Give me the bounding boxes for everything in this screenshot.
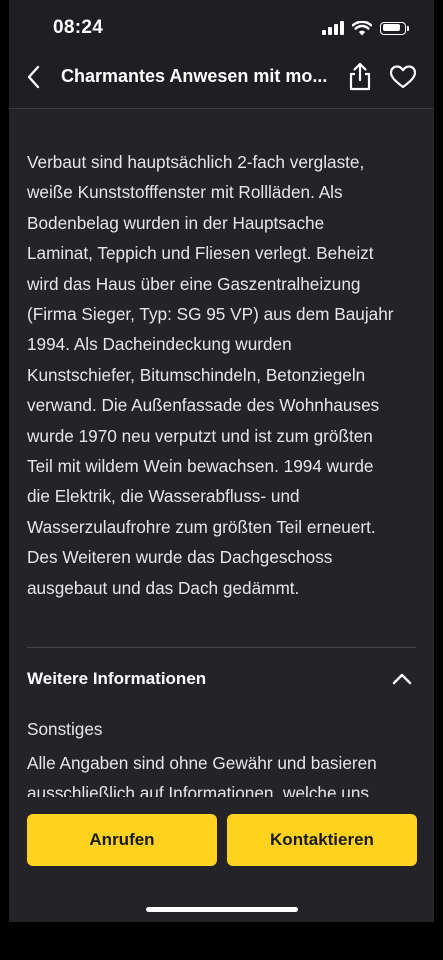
property-description: Verbaut sind hauptsächlich 2-fach vergla… — [27, 152, 394, 598]
status-bar: 08:24 — [9, 0, 434, 52]
phone-screen: 08:24 Charmantes Anwesen mit mo... Verba… — [9, 0, 434, 922]
heart-icon[interactable] — [389, 64, 417, 90]
contact-button[interactable]: Kontaktieren — [227, 814, 417, 866]
chevron-up-icon[interactable] — [391, 671, 413, 687]
home-indicator[interactable] — [146, 907, 298, 912]
page-title: Charmantes Anwesen mit mo... — [61, 66, 328, 86]
section-header-weitere-informationen[interactable]: Weitere Informationen — [9, 661, 434, 701]
wifi-icon — [352, 20, 372, 35]
info-label-sonstiges: Sonstiges — [27, 719, 103, 739]
content-scroll-area[interactable]: Verbaut sind hauptsächlich 2-fach vergla… — [9, 109, 434, 797]
status-time: 08:24 — [53, 17, 104, 38]
call-button[interactable]: Anrufen — [27, 814, 217, 866]
navigation-bar: Charmantes Anwesen mit mo... — [9, 52, 434, 109]
action-bar: Anrufen Kontaktieren — [9, 797, 434, 922]
share-icon[interactable] — [347, 62, 373, 92]
cellular-signal-icon — [322, 21, 344, 35]
info-text: Alle Angaben sind ohne Gewähr und basier… — [27, 753, 377, 797]
battery-icon — [380, 21, 409, 35]
battery-level — [382, 24, 400, 31]
section-divider — [27, 647, 416, 648]
section-title: Weitere Informationen — [27, 669, 207, 688]
status-icons — [322, 20, 409, 36]
chevron-left-icon[interactable] — [23, 64, 45, 90]
